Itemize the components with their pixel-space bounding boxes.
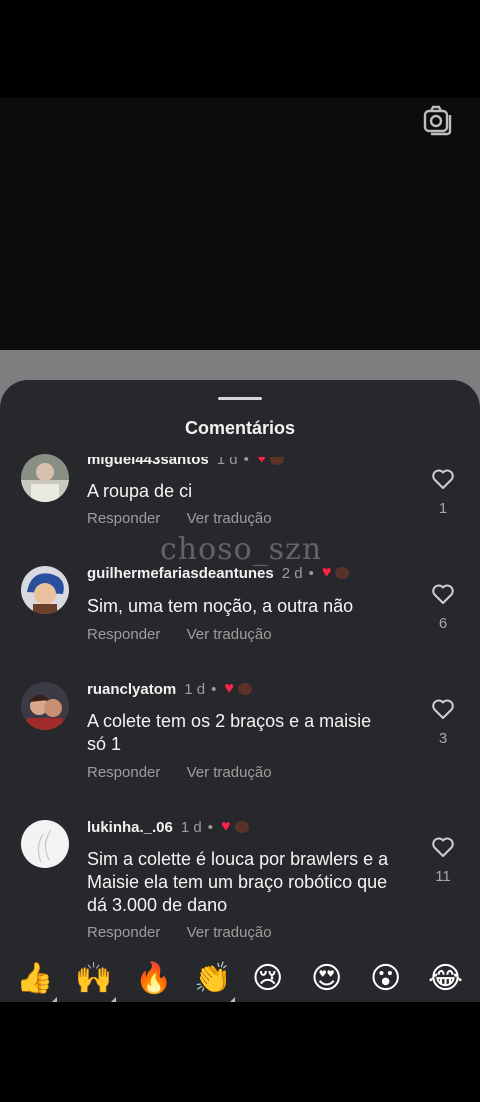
comment-meta: guilhermefariasdeantunes 2 d • ♥ xyxy=(87,564,350,582)
comment-meta: lukinha._.06 1 d • ♥ xyxy=(87,818,249,836)
heart-eyes-emoji[interactable]: 😍 xyxy=(311,958,342,1000)
quick-reactions-bar: 👍 🙌 🔥 👏 😢 😍 😮 😂 xyxy=(0,958,480,1002)
comment-text-line: Sim a colette é louca por brawlers e a xyxy=(87,849,389,869)
thumbs-up-emoji[interactable]: 👍 xyxy=(16,958,53,1000)
drag-handle[interactable] xyxy=(218,397,262,400)
comment-actions: Responder Ver tradução xyxy=(87,510,294,527)
comment-meta: miguel443santos 1 d • ♥ xyxy=(87,450,285,468)
like-button[interactable]: 11 xyxy=(430,836,456,885)
username[interactable]: lukinha._.06 xyxy=(87,819,173,836)
username[interactable]: ruanclyatom xyxy=(87,681,176,698)
crying-face-emoji[interactable]: 😢 xyxy=(252,958,283,1000)
heart-outline-icon xyxy=(432,584,454,604)
fire-emoji[interactable]: 🔥 xyxy=(135,958,172,1000)
like-count: 11 xyxy=(435,868,451,885)
heart-outline-icon xyxy=(432,699,454,719)
nav-area xyxy=(0,1002,480,1102)
heart-filled-icon: ♥ xyxy=(321,564,332,581)
reply-button[interactable]: Responder xyxy=(87,764,160,781)
like-count: 3 xyxy=(438,730,448,747)
heart-outline-icon xyxy=(432,837,454,857)
comment-text: A roupa de ci xyxy=(87,481,193,501)
comment-text: Sim a colette é louca por brawlers e a M… xyxy=(87,848,417,917)
heart-filled-icon: ♥ xyxy=(256,450,267,467)
like-button[interactable]: 6 xyxy=(430,583,456,632)
comment-time: 1 d xyxy=(184,680,206,698)
creator-avatar-icon xyxy=(270,457,285,465)
camera-icon[interactable] xyxy=(422,104,454,136)
comment-text: A colete tem os 2 braços e a maisie só 1 xyxy=(87,710,417,756)
reply-button[interactable]: Responder xyxy=(87,924,160,941)
watermark: choso_szn xyxy=(160,532,323,567)
status-area xyxy=(0,0,480,98)
comment-actions: Responder Ver tradução xyxy=(87,924,294,941)
like-count: 6 xyxy=(438,615,448,632)
translate-button[interactable]: Ver tradução xyxy=(187,924,272,941)
avatar[interactable] xyxy=(21,682,69,730)
avatar[interactable] xyxy=(21,820,69,868)
comment-meta: ruanclyatom 1 d • ♥ xyxy=(87,680,252,698)
username[interactable]: miguel443santos xyxy=(87,457,209,468)
translate-button[interactable]: Ver tradução xyxy=(187,626,272,643)
comment-actions: Responder Ver tradução xyxy=(87,764,294,781)
comment-text: Sim, uma tem noção, a outra não xyxy=(87,596,354,616)
sheet-title: Comentários xyxy=(184,418,296,438)
comment-text-line: dá 3.000 de dano xyxy=(87,895,228,915)
separator-dot: • xyxy=(207,818,213,836)
comment-text-line: só 1 xyxy=(87,734,122,754)
raised-hands-emoji[interactable]: 🙌 xyxy=(75,958,112,1000)
username[interactable]: guilhermefariasdeantunes xyxy=(87,565,274,582)
comment-text-line: A colete tem os 2 braços e a maisie xyxy=(87,711,372,731)
creator-avatar-icon xyxy=(237,683,252,695)
reply-button[interactable]: Responder xyxy=(87,510,160,527)
heart-filled-icon: ♥ xyxy=(224,680,234,697)
reply-button[interactable]: Responder xyxy=(87,626,160,643)
separator-dot: • xyxy=(308,564,314,582)
comment-time: 2 d xyxy=(281,564,303,582)
like-button[interactable]: 3 xyxy=(430,698,456,747)
separator-dot: • xyxy=(211,680,217,698)
comment-text-line: Maisie ela tem um braço robótico que xyxy=(87,872,388,892)
video-area[interactable] xyxy=(0,98,480,350)
comments-sheet: Comentários choso_szn miguel443santos 1 … xyxy=(0,380,480,1005)
comment-time: 1 d xyxy=(180,818,202,836)
creator-avatar-icon xyxy=(335,567,350,579)
like-count: 1 xyxy=(438,500,448,517)
surprised-face-emoji[interactable]: 😮 xyxy=(370,958,401,1000)
separator-dot: • xyxy=(243,450,249,468)
heart-outline-icon xyxy=(432,469,454,489)
translate-button[interactable]: Ver tradução xyxy=(187,764,272,781)
translate-button[interactable]: Ver tradução xyxy=(187,510,272,527)
creator-avatar-icon xyxy=(234,821,249,833)
like-button[interactable]: 1 xyxy=(430,468,456,517)
clapping-hands-emoji[interactable]: 👏 xyxy=(194,958,231,1000)
laughing-tears-emoji[interactable]: 😂 xyxy=(428,958,463,1000)
heart-filled-icon: ♥ xyxy=(221,818,231,835)
comment-actions: Responder Ver tradução xyxy=(87,626,294,643)
avatar[interactable] xyxy=(21,566,69,614)
avatar[interactable] xyxy=(21,454,69,502)
comment-time: 1 d xyxy=(216,450,238,468)
